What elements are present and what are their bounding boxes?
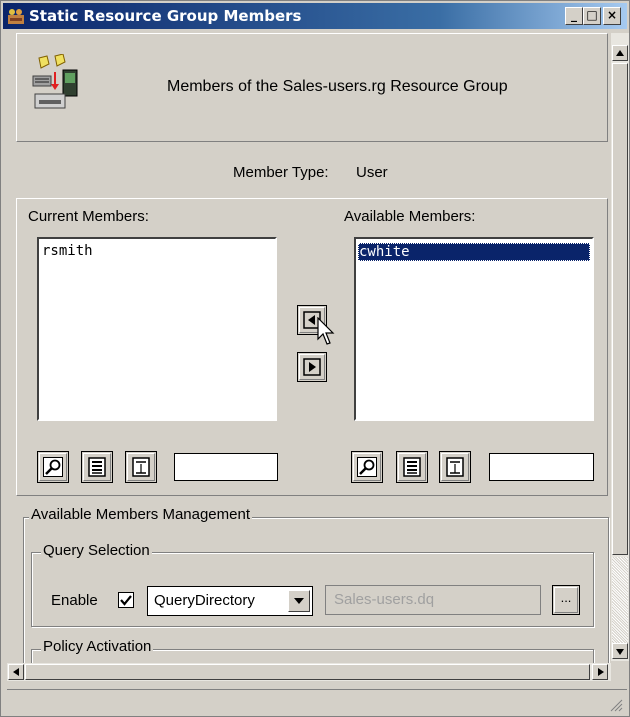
maximize-icon: □ xyxy=(586,8,598,22)
members-panel: Current Members: Available Members: rsmi… xyxy=(16,198,608,496)
available-members-list[interactable]: cwhite xyxy=(354,237,594,421)
maximize-button[interactable]: □ xyxy=(583,7,601,25)
select-all-icon xyxy=(403,457,421,477)
triangle-up-icon xyxy=(616,50,624,56)
dialog-window: Static Resource Group Members _ □ × Memb… xyxy=(0,0,630,717)
list-item-selected[interactable]: cwhite xyxy=(358,243,590,261)
arrow-right-icon xyxy=(303,358,321,376)
magnifier-icon xyxy=(357,457,377,477)
browse-button[interactable]: ... xyxy=(552,585,580,615)
status-bar xyxy=(7,689,627,714)
list-item[interactable]: rsmith xyxy=(42,243,93,259)
triangle-down-icon xyxy=(616,649,624,655)
dropdown-button[interactable] xyxy=(288,590,310,612)
deselect-icon xyxy=(132,457,150,477)
available-members-label: Available Members: xyxy=(344,208,476,225)
move-right-button[interactable] xyxy=(297,352,327,382)
query-file-value: Sales-users.dq xyxy=(334,591,435,608)
minimize-icon: _ xyxy=(571,8,577,22)
header-heading: Members of the Sales-users.rg Resource G… xyxy=(167,78,508,95)
select-all-icon xyxy=(88,457,106,477)
minimize-button[interactable]: _ xyxy=(565,7,583,25)
window-title: Static Resource Group Members xyxy=(29,7,302,25)
scroll-right-button[interactable] xyxy=(592,664,608,680)
scroll-thumb[interactable] xyxy=(612,63,628,555)
checkmark-icon xyxy=(120,595,132,606)
chevron-down-icon xyxy=(294,598,304,604)
management-legend: Available Members Management xyxy=(29,506,253,523)
vertical-scrollbar[interactable] xyxy=(611,33,629,661)
current-members-list[interactable]: rsmith xyxy=(37,237,277,421)
enable-label: Enable xyxy=(51,592,98,609)
resource-group-icon xyxy=(32,54,78,109)
available-deselect-button[interactable] xyxy=(439,451,471,483)
current-select-all-button[interactable] xyxy=(81,451,113,483)
available-filter-input[interactable] xyxy=(489,453,594,481)
query-selection-legend: Query Selection xyxy=(41,542,152,559)
close-icon: × xyxy=(606,8,618,22)
query-file-field: Sales-users.dq xyxy=(325,585,541,615)
scroll-track[interactable] xyxy=(612,557,628,653)
current-search-button[interactable] xyxy=(37,451,69,483)
enable-checkbox[interactable] xyxy=(118,592,134,608)
scroll-thumb-horizontal[interactable] xyxy=(25,664,590,680)
triangle-right-icon xyxy=(598,668,604,676)
scroll-down-button[interactable] xyxy=(612,643,628,659)
current-deselect-button[interactable] xyxy=(125,451,157,483)
available-search-button[interactable] xyxy=(351,451,383,483)
close-button[interactable]: × xyxy=(603,7,621,25)
query-type-select[interactable]: QueryDirectory xyxy=(147,586,313,616)
member-type-value: User xyxy=(356,164,388,181)
triangle-left-icon xyxy=(13,668,19,676)
current-members-label: Current Members: xyxy=(28,208,149,225)
available-select-all-button[interactable] xyxy=(396,451,428,483)
query-type-value: QueryDirectory xyxy=(154,592,255,609)
member-type-label: Member Type: xyxy=(233,164,329,181)
app-icon xyxy=(8,9,24,24)
title-bar[interactable]: Static Resource Group Members _ □ × xyxy=(3,3,627,29)
current-filter-input[interactable] xyxy=(174,453,278,481)
magnifier-icon xyxy=(43,457,63,477)
policy-activation-legend: Policy Activation xyxy=(41,638,154,655)
header-panel: Members of the Sales-users.rg Resource G… xyxy=(16,33,608,142)
deselect-icon xyxy=(446,457,464,477)
scroll-left-button[interactable] xyxy=(8,664,24,680)
resize-grip-icon[interactable] xyxy=(609,698,623,712)
scroll-up-button[interactable] xyxy=(612,45,628,61)
browse-label: ... xyxy=(554,587,578,613)
cursor-icon xyxy=(317,317,335,345)
horizontal-scrollbar[interactable] xyxy=(7,663,611,681)
